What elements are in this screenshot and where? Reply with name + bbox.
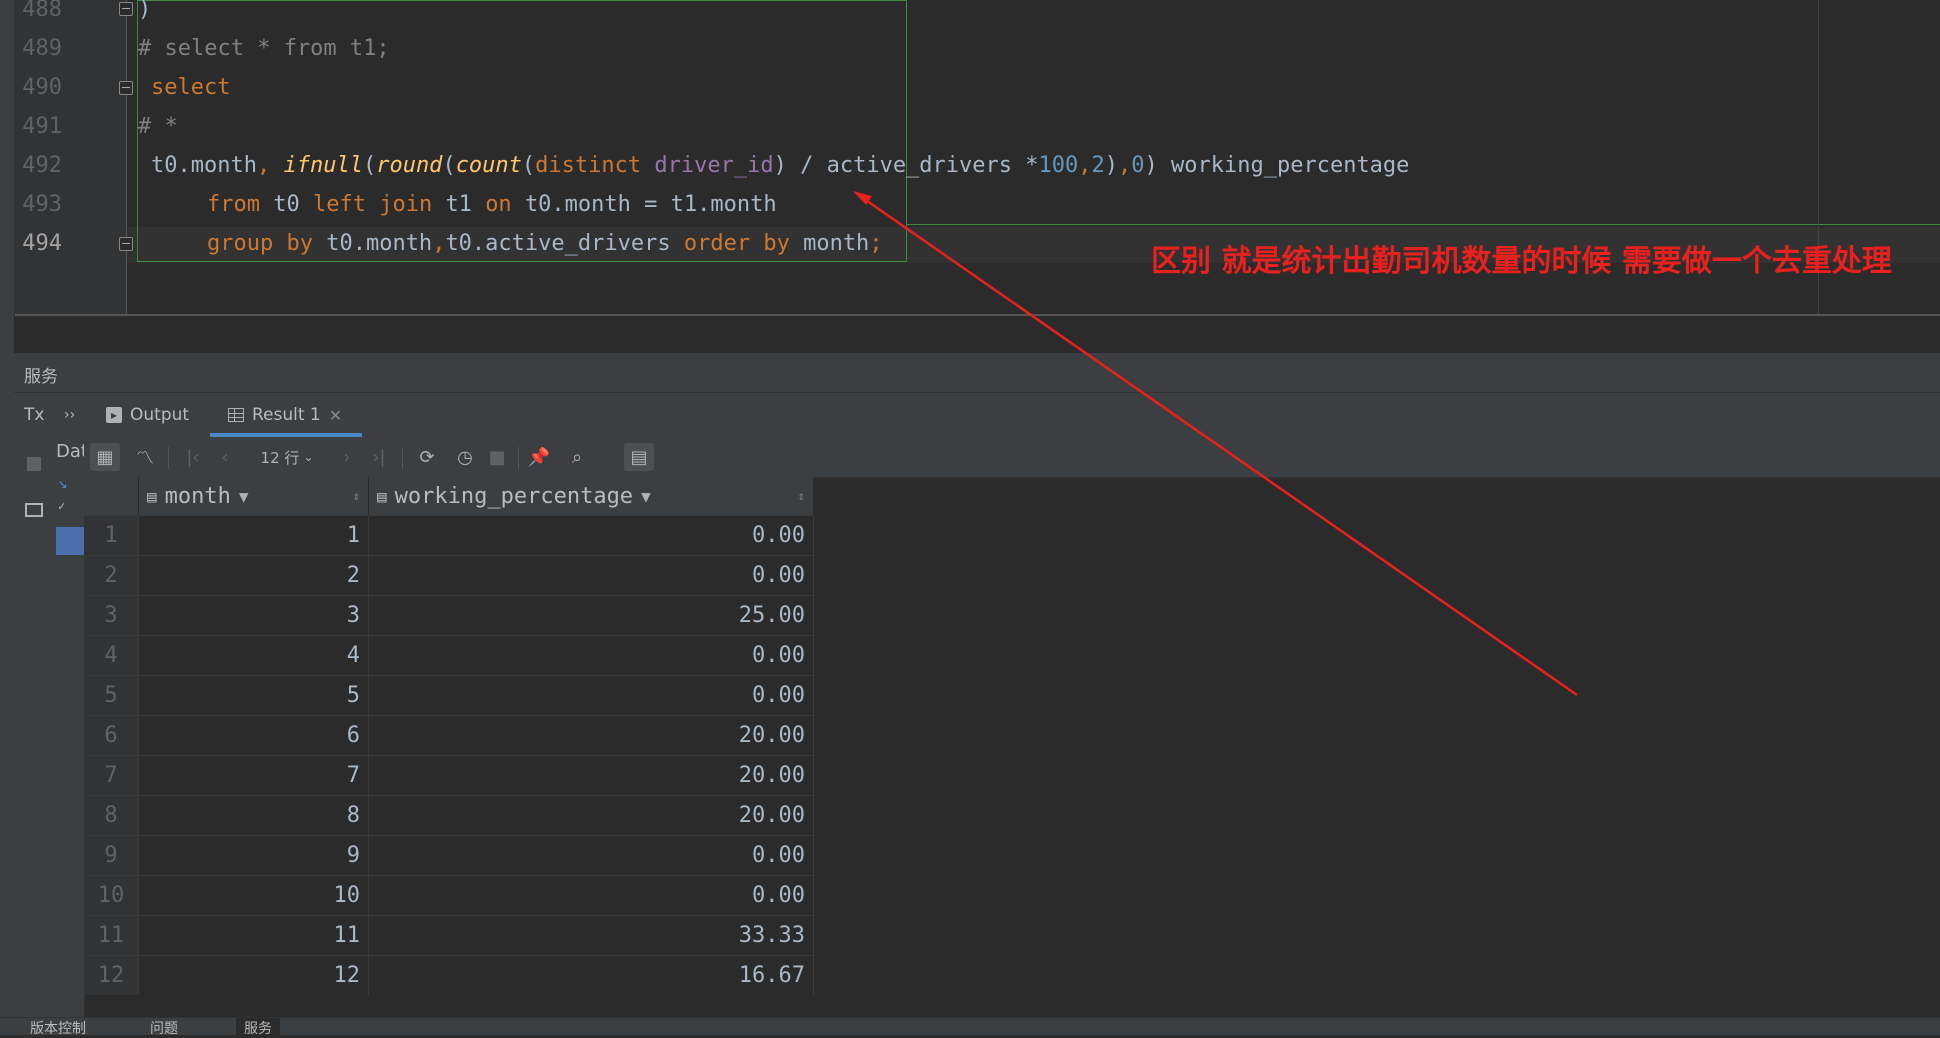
services-bottom-tab[interactable]: 服务 <box>236 1018 280 1038</box>
version-control-tab[interactable]: 版本控制 <box>30 1018 86 1038</box>
annotation-arrow <box>853 191 1578 697</box>
bottom-tool-bar: 版本控制 问题 服务 <box>0 1017 1940 1038</box>
annotation-note: 区别 就是统计出勤司机数量的时候 需要做一个去重处理 <box>1151 244 1892 279</box>
problems-tab[interactable]: 问题 <box>150 1018 178 1038</box>
